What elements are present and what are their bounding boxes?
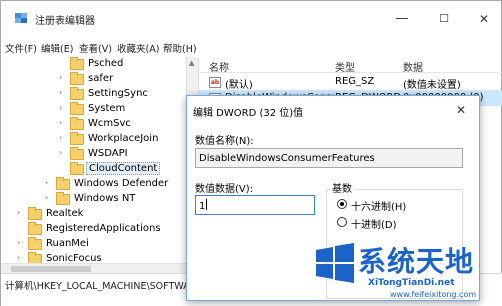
scroll-up-arrow-icon[interactable]: ▲ [189,59,194,67]
radio-checked-icon[interactable] [337,199,347,209]
expand-arrow-icon[interactable]: › [59,118,62,127]
tree-item-label: WSDAPI [88,148,128,159]
tree-item-label: safer [88,73,114,84]
scrollbar-thumb[interactable] [11,266,91,272]
text-caret [206,199,208,210]
tree-item-label: RegisteredApplications [46,223,161,234]
tree-item-label: Psched [88,58,124,69]
tree-item-label: Windows NT [74,193,136,204]
folder-icon [70,87,84,100]
menu-bar: 文件(F) 编辑(E) 查看(V) 收藏夹(A) 帮助(H) [1,39,501,55]
expand-arrow-icon[interactable]: › [17,238,20,247]
watermark-subtitle: XiTongTianDi.net [368,278,455,288]
radix-group-label: 基数 [330,180,354,195]
registry-tree[interactable]: Psched › safer › SettingSync › System › … [1,57,197,267]
value-data: (数值未设置) [403,80,461,91]
tree-horizontal-scrollbar[interactable] [1,263,197,273]
regedit-app-icon [15,13,27,23]
tree-item-label: Realtek [46,208,84,219]
expand-arrow-icon[interactable]: › [45,193,48,202]
column-header-type[interactable]: 类型 [335,59,355,74]
folder-icon [70,117,84,130]
expand-arrow-icon[interactable]: › [17,253,20,262]
dialog-close-button[interactable]: ✕ [449,100,473,120]
tree-item-label: WorkplaceJoin [88,133,159,144]
folder-icon [56,192,70,205]
watermark-title: 系统天地 [358,245,475,278]
column-header-data[interactable]: 数据 [403,59,423,74]
value-name-field: DisableWindowsConsumerFeatures [195,148,463,168]
watermark-url: www.feifeixitong.com [390,290,477,299]
dialog-title-bar: 编辑 DWORD (32 位)值 ✕ [187,96,479,124]
string-value-icon: ab [209,77,221,88]
windows-logo-icon [316,243,354,283]
tree-item-label: WcmSvc [88,118,131,129]
maximize-button[interactable]: ☐ [429,9,459,29]
values-list-header: 名称 类型 数据 [199,57,502,74]
expand-arrow-icon[interactable]: › [59,103,62,112]
value-type: REG_SZ [335,76,375,87]
menu-view[interactable]: 查看(V) [79,41,112,55]
expand-arrow-icon[interactable]: › [45,178,48,187]
folder-icon [70,162,84,175]
tree-item-label: CloudContent [86,162,161,175]
folder-icon [28,237,42,250]
folder-icon [70,57,84,70]
site-watermark: 系统天地 XiTongTianDi.net www.feifeixitong.c… [306,224,502,306]
expand-arrow-icon[interactable]: › [59,88,62,97]
folder-icon [28,207,42,220]
folder-icon [70,72,84,85]
folder-icon [70,132,84,145]
expand-arrow-icon[interactable]: › [17,208,20,217]
folder-icon [28,222,42,235]
value-name: (默认) [225,80,253,91]
value-data-text: 1 [199,201,206,212]
tree-item-label: Windows Defender [74,178,169,189]
menu-help[interactable]: 帮助(H) [163,41,197,55]
value-row-default[interactable]: ab (默认) REG_SZ (数值未设置) [199,74,502,91]
menu-file[interactable]: 文件(F) [5,41,37,55]
expand-arrow-icon[interactable]: › [59,133,62,142]
window-title: 注册表编辑器 [35,16,95,27]
folder-icon [70,147,84,160]
tree-item-label: RuanMei [46,238,89,249]
value-data-input[interactable]: 1 [195,195,315,215]
menu-edit[interactable]: 编辑(E) [41,41,73,55]
title-bar: 注册表编辑器 — ☐ ✕ [1,1,501,33]
tree-item-label: System [88,103,126,114]
radio-label: 十六进制(H) [351,202,407,213]
folder-icon [56,177,70,190]
expand-arrow-icon[interactable]: › [59,148,62,157]
column-header-name[interactable]: 名称 [209,59,229,74]
value-name-label: 数值名称(N): [195,136,254,147]
minimize-button[interactable]: — [387,9,417,29]
close-button[interactable]: ✕ [469,9,499,29]
folder-icon [70,102,84,115]
dialog-title: 编辑 DWORD (32 位)值 [193,108,304,119]
menu-favorites[interactable]: 收藏夹(A) [117,41,159,55]
expand-arrow-icon[interactable]: › [59,73,62,82]
tree-item-label: SettingSync [88,88,148,99]
value-data-label: 数值数据(V): [195,184,254,195]
